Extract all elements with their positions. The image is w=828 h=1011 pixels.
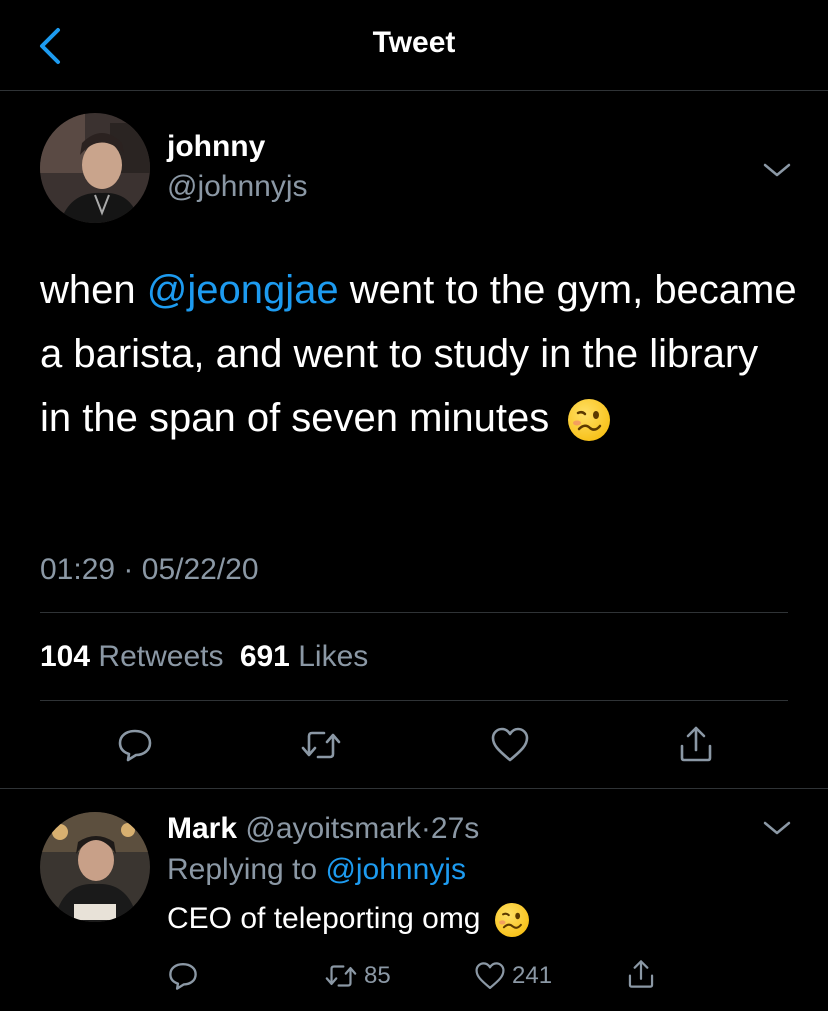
likes-label: Likes (298, 640, 369, 673)
avatar-photo (40, 812, 150, 922)
meta-separator: · (123, 553, 134, 586)
likes-count: 691 (239, 640, 290, 673)
retweets-link[interactable]: 104 Retweets (40, 640, 223, 673)
heart-icon (491, 727, 529, 762)
page-title: Tweet (372, 26, 456, 59)
reply-header: Mark @ayoitsmark·27s (167, 812, 479, 846)
divider (40, 700, 788, 701)
retweets-count: 104 (40, 640, 91, 673)
divider (0, 90, 828, 91)
share-button[interactable] (677, 724, 715, 764)
reply-text: CEO of teleporting omg (167, 902, 529, 938)
reply-like-button[interactable]: 241 (474, 961, 552, 991)
replying-to-link[interactable]: @johnnyjs (325, 853, 466, 886)
chevron-down-icon (763, 821, 791, 835)
reply-age: 27s (430, 812, 480, 845)
reply-retweet-button[interactable]: 85 (324, 961, 391, 991)
tweet-timestamp: 01:29 · 05/22/20 (40, 553, 259, 587)
reply-author-handle[interactable]: @ayoitsmark (245, 812, 421, 845)
author-name[interactable]: johnny (167, 130, 265, 164)
retweets-label: Retweets (98, 640, 224, 673)
likes-link[interactable]: 691 Likes (240, 640, 368, 673)
tweet-time: 01:29 (40, 553, 116, 586)
reply-text-body: CEO of teleporting omg (167, 902, 481, 935)
tweet-options-button[interactable] (762, 160, 792, 180)
reply-author-name[interactable]: Mark (167, 812, 237, 845)
retweet-icon (301, 731, 341, 759)
reply-retweet-count: 85 (364, 962, 391, 989)
author-handle[interactable]: @johnnyjs (167, 170, 308, 204)
share-icon (628, 960, 654, 988)
comment-icon (169, 963, 197, 990)
tweet-text: when @jeongjae went to the gym, became a… (40, 258, 800, 450)
share-icon (680, 726, 712, 762)
reply-reply-button[interactable] (167, 960, 199, 992)
nav-header: Tweet (0, 0, 828, 90)
reply-like-count: 241 (512, 962, 553, 989)
replying-to: Replying to @johnnyjs (167, 853, 466, 887)
reply-avatar[interactable] (40, 812, 150, 922)
retweet-icon (325, 965, 357, 987)
divider (0, 788, 828, 789)
avatar[interactable] (40, 113, 150, 223)
avatar-photo (40, 113, 150, 223)
woozy-face-icon (568, 399, 611, 442)
heart-icon (475, 962, 505, 989)
divider (40, 612, 788, 613)
comment-icon (118, 729, 152, 762)
reply-separator: · (420, 812, 431, 845)
tweet-date: 05/22/20 (141, 553, 259, 586)
woozy-face-icon (494, 903, 529, 938)
chevron-down-icon (763, 163, 791, 177)
like-button[interactable] (490, 726, 530, 764)
reply-button[interactable] (116, 726, 154, 764)
replying-to-label: Replying to (167, 853, 318, 886)
tweet-text-start: when (40, 268, 147, 312)
retweet-button[interactable] (300, 726, 342, 764)
reply-options-button[interactable] (762, 818, 792, 838)
reply-share-button[interactable] (626, 958, 656, 990)
mention-link[interactable]: @jeongjae (147, 268, 339, 312)
tweet-stats: 104 Retweets 691 Likes (40, 640, 368, 674)
